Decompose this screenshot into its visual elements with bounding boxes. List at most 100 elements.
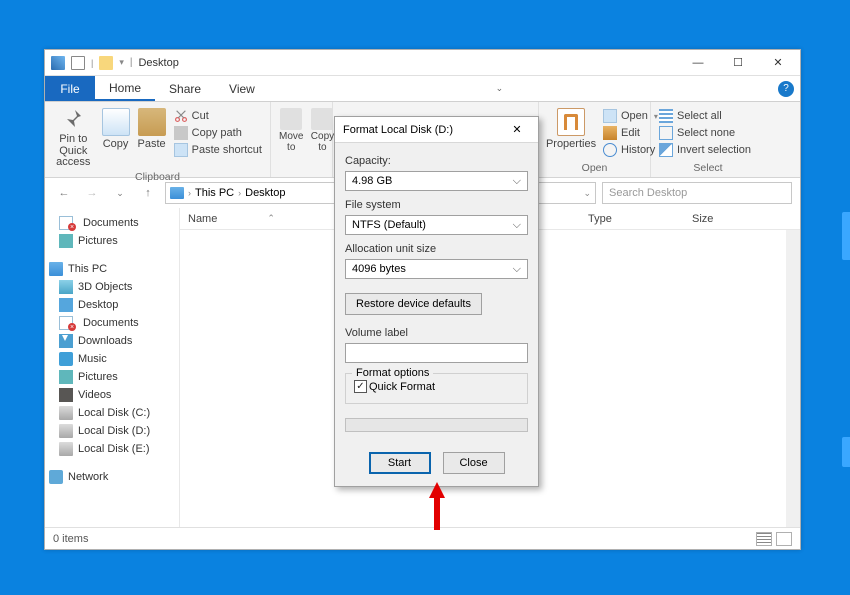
copy-path-button[interactable]: Copy path [172, 125, 264, 141]
titlebar: | ▾ | Desktop — ☐ ✕ [45, 50, 800, 76]
maximize-button[interactable]: ☐ [718, 50, 758, 76]
tab-share[interactable]: Share [155, 76, 215, 101]
format-options-fieldset: Format options ✓ Quick Format [345, 373, 528, 404]
nav-item-e-drive[interactable]: Local Disk (E:) [45, 440, 179, 458]
invert-selection-button[interactable]: Invert selection [657, 142, 753, 158]
dialog-title: Format Local Disk (D:) [343, 124, 453, 136]
nav-item-documents[interactable]: × Documents [45, 214, 179, 232]
details-view-button[interactable] [756, 532, 772, 546]
dialog-close-button[interactable]: ✕ [504, 119, 530, 141]
nav-item-this-pc[interactable]: This PC [45, 260, 179, 278]
column-size[interactable]: Size [684, 213, 764, 225]
copy-button[interactable]: Copy [100, 106, 132, 152]
qa-icon-2[interactable] [71, 56, 85, 70]
select-all-button[interactable]: Select all [657, 108, 753, 124]
capacity-select[interactable]: 4.98 GB [345, 171, 528, 191]
paste-shortcut-button[interactable]: Paste shortcut [172, 142, 264, 158]
nav-item-c-drive[interactable]: Local Disk (C:) [45, 404, 179, 422]
sort-caret-icon[interactable]: ⌃ [267, 213, 275, 224]
invert-selection-icon [659, 143, 673, 157]
ribbon-collapse-icon[interactable]: ⌄ [490, 83, 510, 94]
properties-button[interactable]: Properties [545, 106, 597, 152]
scissors-icon [174, 109, 188, 123]
chevron-down-icon[interactable]: ▾ [119, 57, 124, 68]
filesystem-select[interactable]: NTFS (Default) [345, 215, 528, 235]
breadcrumb-segment[interactable]: Desktop [245, 187, 285, 199]
history-icon [603, 143, 617, 157]
cut-button[interactable]: Cut [172, 108, 264, 124]
properties-icon [557, 108, 585, 136]
window-title: Desktop [138, 57, 178, 69]
copy-to-button[interactable]: Copy to [309, 106, 335, 155]
pin-icon [61, 108, 85, 132]
help-icon[interactable]: ? [778, 81, 794, 97]
search-input[interactable]: Search Desktop [602, 182, 792, 204]
music-icon [59, 352, 73, 366]
format-options-legend: Format options [352, 367, 433, 379]
select-none-icon [659, 126, 673, 140]
volume-label-input[interactable] [345, 343, 528, 363]
format-progress-bar [345, 418, 528, 432]
vertical-scrollbar[interactable] [786, 230, 800, 527]
pc-icon [170, 187, 184, 199]
group-label-open: Open [545, 162, 644, 175]
pictures-icon [59, 234, 73, 248]
status-bar: 0 items [45, 527, 800, 549]
error-badge-icon: × [68, 223, 76, 231]
nav-item-downloads[interactable]: Downloads [45, 332, 179, 350]
nav-item-pictures[interactable]: Pictures [45, 232, 179, 250]
forward-button[interactable]: → [81, 182, 103, 204]
nav-item-documents-2[interactable]: ×Documents [45, 314, 179, 332]
tab-view[interactable]: View [215, 76, 269, 101]
restore-defaults-button[interactable]: Restore device defaults [345, 293, 482, 315]
videos-icon [59, 388, 73, 402]
edge-decoration [842, 437, 850, 467]
breadcrumb-segment[interactable]: This PC [195, 187, 234, 199]
tab-file[interactable]: File [45, 76, 95, 101]
back-button[interactable]: ← [53, 182, 75, 204]
recent-locations-button[interactable]: ⌄ [109, 182, 131, 204]
status-item-count: 0 items [53, 533, 88, 545]
select-all-icon [659, 109, 673, 123]
copy-path-icon [174, 126, 188, 140]
hdd-icon [59, 406, 73, 420]
nav-item-3d-objects[interactable]: 3D Objects [45, 278, 179, 296]
group-label-select: Select [657, 162, 759, 175]
downloads-icon [59, 334, 73, 348]
move-to-button[interactable]: Move to [277, 106, 305, 155]
nav-item-d-drive[interactable]: Local Disk (D:) [45, 422, 179, 440]
copy-to-icon [311, 108, 333, 130]
copy-icon [102, 108, 130, 136]
hdd-icon [59, 442, 73, 456]
pictures-icon [59, 370, 73, 384]
pin-to-quick-access-button[interactable]: Pin to Quick access [51, 106, 96, 171]
close-button[interactable]: ✕ [758, 50, 798, 76]
quick-format-checkbox[interactable]: ✓ [354, 380, 367, 393]
paste-button[interactable]: Paste [136, 106, 168, 152]
edit-icon [603, 126, 617, 140]
error-badge-icon: × [68, 323, 76, 331]
folder-icon [99, 56, 113, 70]
edge-decoration [842, 212, 850, 260]
allocation-select[interactable]: 4096 bytes [345, 259, 528, 279]
nav-item-music[interactable]: Music [45, 350, 179, 368]
start-button[interactable]: Start [369, 452, 431, 474]
paste-icon [138, 108, 166, 136]
up-button[interactable]: ↑ [137, 182, 159, 204]
tab-home[interactable]: Home [95, 76, 155, 101]
nav-item-videos[interactable]: Videos [45, 386, 179, 404]
column-type[interactable]: Type [580, 213, 684, 225]
dialog-close-button-2[interactable]: Close [443, 452, 505, 474]
navigation-pane[interactable]: × Documents Pictures This PC 3D Objects … [45, 208, 180, 527]
filesystem-label: File system [345, 199, 528, 211]
volume-label-label: Volume label [345, 327, 528, 339]
hdd-icon [59, 424, 73, 438]
minimize-button[interactable]: — [678, 50, 718, 76]
select-none-button[interactable]: Select none [657, 125, 753, 141]
icons-view-button[interactable] [776, 532, 792, 546]
network-icon [49, 470, 63, 484]
pc-icon [49, 262, 63, 276]
nav-item-pictures-2[interactable]: Pictures [45, 368, 179, 386]
nav-item-network[interactable]: Network [45, 468, 179, 486]
nav-item-desktop[interactable]: Desktop [45, 296, 179, 314]
